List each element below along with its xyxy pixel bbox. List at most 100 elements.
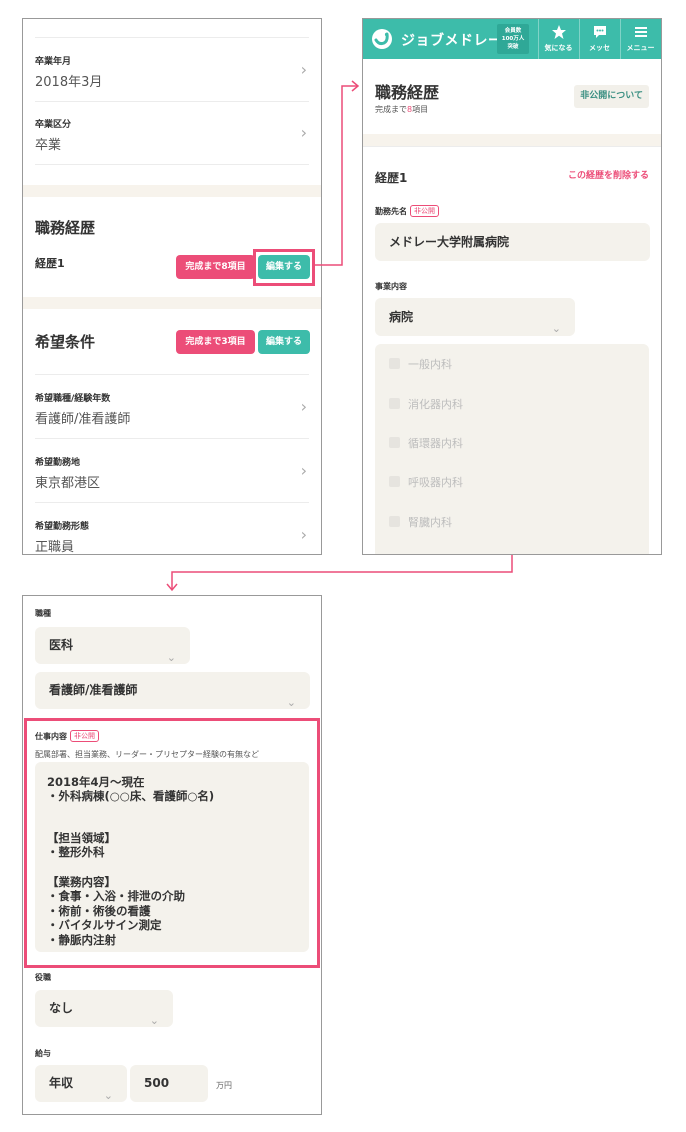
field-value: 東京都港区 xyxy=(35,476,101,491)
salary-type-value: 年収 xyxy=(49,1076,74,1090)
chevron-right-icon: › xyxy=(300,397,307,416)
desired-edit-button[interactable]: 編集する xyxy=(258,330,310,354)
career-remaining-badge: 完成まで8項目 xyxy=(176,255,255,279)
career-entry-label: 経歴1 xyxy=(35,257,65,270)
favorites-label: 気になる xyxy=(544,44,573,52)
progress-prefix: 完成まで xyxy=(375,105,407,114)
message-icon xyxy=(593,26,606,38)
occupation-label: 職種 xyxy=(35,609,51,618)
job-content-label-text: 仕事内容 xyxy=(35,732,67,741)
field-label: 希望勤務地 xyxy=(35,458,81,468)
salary-type-select[interactable]: 年収 ⌄ xyxy=(35,1065,127,1102)
career-detail-screen: 職種 医科 ⌄ 看護師/准看護師 ⌄ 仕事内容 非公開 配属部署、担当業務、リーダ… xyxy=(22,595,322,1115)
career-edit-screen: ジョブメドレー 会員数 100万人 突破 気になる メッセ メニュー 職務経歴 xyxy=(362,18,662,555)
section-divider xyxy=(23,185,321,197)
menu-icon xyxy=(634,27,647,37)
desired-remaining-badge: 完成まで3項目 xyxy=(176,330,255,354)
field-value: 2018年3月 xyxy=(35,75,103,90)
textarea-line: ・食事・入浴・排泄の介助 xyxy=(47,889,185,903)
business-select-value: 病院 xyxy=(389,310,414,324)
field-value: 正職員 xyxy=(35,540,75,555)
desired-occupation-row[interactable]: 希望職種/経験年数 看護師/准看護師 › xyxy=(35,375,309,439)
arrow-head xyxy=(166,583,178,592)
department-checklist: 一般内科 消化器内科 循環器内科 呼吸器内科 腎臓内科 xyxy=(375,344,649,554)
employer-label-text: 勤務先名 xyxy=(375,207,407,216)
position-label: 役職 xyxy=(35,973,51,982)
members-badge: 会員数 100万人 突破 xyxy=(497,24,529,54)
employer-input[interactable]: メドレー大学附属病院 xyxy=(375,223,650,261)
department-checkbox[interactable]: 循環器内科 xyxy=(389,435,463,451)
textarea-line: ・バイタルサイン測定 xyxy=(47,918,162,932)
section-divider xyxy=(363,134,661,146)
career-section-title: 職務経歴 xyxy=(35,219,96,237)
field-value: 卒業 xyxy=(35,138,62,153)
department-checkbox[interactable]: 呼吸器内科 xyxy=(389,474,463,490)
field-label: 卒業年月 xyxy=(35,57,72,67)
chevron-right-icon: › xyxy=(300,461,307,480)
members-badge-line: 会員数 xyxy=(504,28,522,34)
chevron-down-icon: ⌄ xyxy=(103,1088,113,1102)
checkbox-icon xyxy=(389,476,400,487)
department-checkbox[interactable]: 腎臓内科 xyxy=(389,514,452,530)
department-label: 一般内科 xyxy=(408,358,452,371)
employer-label: 勤務先名 非公開 xyxy=(375,205,439,217)
job-content-hint: 配属部署、担当業務、リーダー・プリセプター経験の有無など xyxy=(35,750,259,759)
app-logo-text[interactable]: ジョブメドレー xyxy=(401,30,503,50)
desired-location-row[interactable]: 希望勤務地 東京都港区 › xyxy=(35,439,309,503)
department-checkbox[interactable]: 消化器内科 xyxy=(389,396,463,412)
salary-label: 給与 xyxy=(35,1049,51,1058)
arrow-head xyxy=(351,80,360,92)
position-select[interactable]: なし ⌄ xyxy=(35,990,173,1027)
career-entry-title: 経歴1 xyxy=(375,171,408,185)
section-divider xyxy=(23,297,321,309)
field-label: 希望職種/経験年数 xyxy=(35,394,111,404)
checkbox-icon xyxy=(389,437,400,448)
messages-label: メッセ xyxy=(589,44,610,52)
textarea-line: ・静脈内注射 xyxy=(47,933,116,947)
textarea-line: ・整形外科 xyxy=(47,845,105,859)
department-label: 呼吸器内科 xyxy=(408,476,463,489)
job-content-label: 仕事内容 非公開 xyxy=(35,730,99,742)
department-label: 腎臓内科 xyxy=(408,516,452,529)
occupation-value: 看護師/准看護師 xyxy=(49,683,138,697)
job-medley-logo-icon[interactable] xyxy=(371,28,393,50)
arrow-to-detail-screen xyxy=(171,555,513,590)
members-badge-line: 100万人 xyxy=(501,36,525,42)
graduation-date-row[interactable]: 卒業年月 2018年3月 › xyxy=(35,38,309,102)
checkbox-icon xyxy=(389,358,400,369)
textarea-line: ・外科病棟(○○床、看護師○名) xyxy=(47,789,215,803)
checkbox-icon xyxy=(389,398,400,409)
chevron-down-icon: ⌄ xyxy=(551,322,561,335)
members-badge-line: 突破 xyxy=(507,44,519,50)
salary-amount-input[interactable]: 500 xyxy=(130,1065,208,1102)
progress-text: 完成まで8項目 xyxy=(375,104,428,115)
occupation-select[interactable]: 看護師/准看護師 ⌄ xyxy=(35,672,310,709)
desired-employment-type-row[interactable]: 希望勤務形態 正職員 › xyxy=(35,503,309,555)
occupation-category-value: 医科 xyxy=(49,638,74,652)
checkbox-icon xyxy=(389,516,400,527)
department-checkbox[interactable]: 一般内科 xyxy=(389,356,452,372)
edit-button-highlight xyxy=(253,249,315,286)
menu-button[interactable]: メニュー xyxy=(620,19,660,59)
chevron-right-icon: › xyxy=(300,60,307,79)
salary-unit: 万円 xyxy=(216,1081,232,1090)
messages-button[interactable]: メッセ xyxy=(579,19,619,59)
business-label: 事業内容 xyxy=(375,282,407,291)
progress-suffix: 項目 xyxy=(412,105,429,114)
favorites-button[interactable]: 気になる xyxy=(538,19,578,59)
chevron-down-icon: ⌄ xyxy=(166,650,176,664)
page-title: 職務経歴 xyxy=(375,83,440,102)
graduation-status-row[interactable]: 卒業区分 卒業 › xyxy=(35,101,309,165)
delete-career-link[interactable]: この経歴を削除する xyxy=(568,168,649,181)
field-value: 看護師/准看護師 xyxy=(35,412,131,427)
field-label: 希望勤務形態 xyxy=(35,522,90,532)
job-content-textarea[interactable]: 2018年4月〜現在 ・外科病棟(○○床、看護師○名) 【担当領域】 ・整形外科… xyxy=(35,762,309,952)
department-label: 消化器内科 xyxy=(408,398,463,411)
occupation-category-select[interactable]: 医科 ⌄ xyxy=(35,627,190,664)
chevron-down-icon: ⌄ xyxy=(149,1013,159,1027)
app-header: ジョブメドレー 会員数 100万人 突破 気になる メッセ メニュー xyxy=(363,19,661,59)
about-private-button[interactable]: 非公開について xyxy=(574,85,649,108)
divider xyxy=(363,146,661,147)
business-select[interactable]: 病院 ⌄ xyxy=(375,298,575,336)
department-label: 循環器内科 xyxy=(408,437,463,450)
